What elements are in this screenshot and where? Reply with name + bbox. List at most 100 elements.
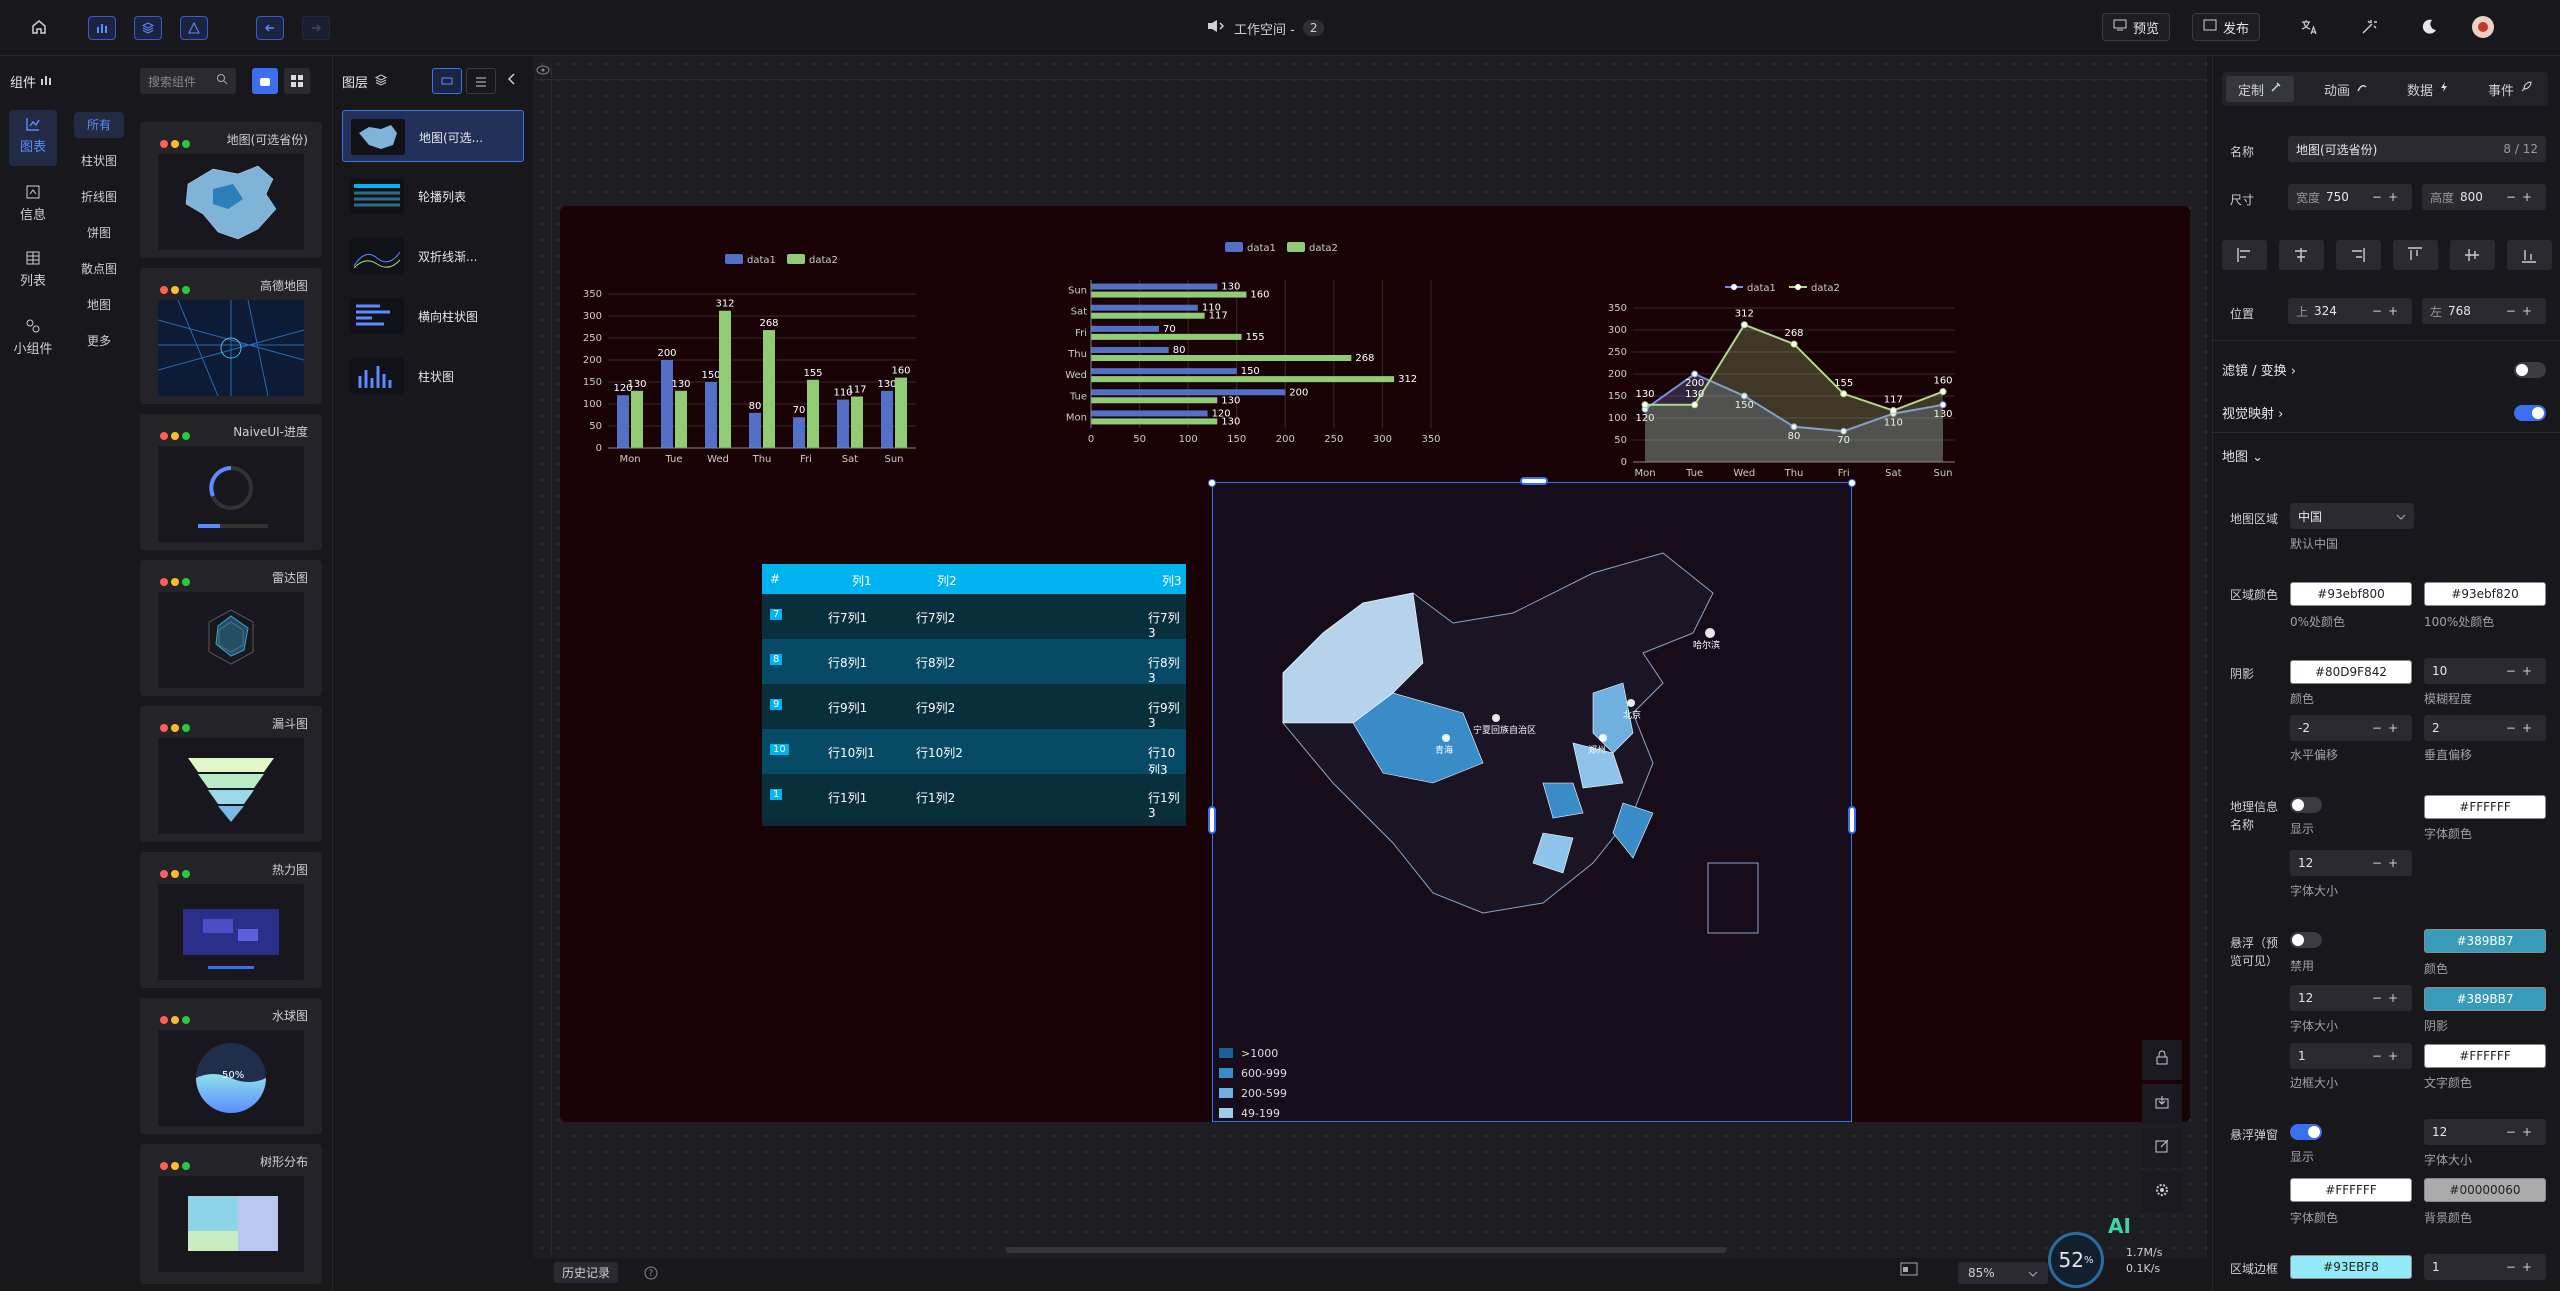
resize-handle-left[interactable] (1208, 806, 1216, 834)
zoom-select[interactable]: 85% (1958, 1262, 2048, 1284)
dark-mode-icon[interactable] (2420, 18, 2438, 40)
component-card-treemap[interactable]: 树形分布 (140, 1144, 322, 1284)
details-toggle-button[interactable] (180, 16, 208, 40)
subcategory-map[interactable]: 地图 (74, 292, 124, 318)
stepper-controls[interactable]: −+ (2506, 304, 2538, 318)
stepper-controls[interactable]: −+ (2372, 721, 2404, 735)
component-card-radar[interactable]: 雷达图 (140, 560, 322, 696)
translate-icon[interactable] (2300, 18, 2318, 40)
undo-button[interactable] (256, 16, 284, 40)
china-map-widget[interactable]: 哈尔滨 北京 郑州 青海 宁夏回族自治区 >1000 600-999 200-5… (1212, 482, 1852, 1122)
width-stepper[interactable]: 宽度 750 −+ (2288, 184, 2412, 210)
stepper-controls[interactable]: −+ (2372, 1049, 2404, 1063)
lock-tool-button[interactable] (2142, 1040, 2182, 1080)
align-top-button[interactable] (2393, 240, 2438, 270)
home-icon[interactable] (30, 18, 48, 40)
chart-toggle-button[interactable] (88, 16, 116, 40)
filter-section-header[interactable]: 滤镜 / 变换 › (2222, 360, 2296, 379)
layers-toggle-button[interactable] (134, 16, 162, 40)
component-card-heatmap[interactable]: 热力图 (140, 852, 322, 988)
subcategory-scatter[interactable]: 散点图 (74, 256, 124, 282)
stepper-controls[interactable]: −+ (2372, 991, 2404, 1005)
subcategory-all[interactable]: 所有 (74, 112, 124, 138)
border-color-picker[interactable]: #93EBF8 (2290, 1255, 2412, 1279)
align-left-button[interactable] (2222, 240, 2267, 270)
region-select[interactable]: 中国 (2290, 503, 2414, 529)
collapse-chevron-icon[interactable] (506, 72, 518, 90)
component-card-province-map[interactable]: 地图(可选省份) (140, 122, 322, 258)
layer-item-carousel-list[interactable]: 轮播列表 (342, 170, 524, 222)
magic-wand-icon[interactable] (2360, 18, 2378, 40)
tab-data[interactable]: 数据 (2394, 76, 2462, 102)
align-right-button[interactable] (2336, 240, 2381, 270)
stepper-controls[interactable]: −+ (2506, 190, 2538, 204)
subcategory-bar[interactable]: 柱状图 (74, 148, 124, 174)
resize-handle-top[interactable] (1520, 477, 1548, 485)
stepper-controls[interactable]: −+ (2372, 856, 2404, 870)
help-icon[interactable]: ? (644, 1266, 658, 1284)
stepper-controls[interactable]: −+ (2506, 721, 2538, 735)
avatar[interactable] (2472, 16, 2494, 38)
subcategory-more[interactable]: 更多 (74, 328, 124, 354)
subcategory-line[interactable]: 折线图 (74, 184, 124, 210)
card-view-button[interactable] (252, 68, 278, 94)
top-stepper[interactable]: 上 324 −+ (2288, 298, 2412, 324)
filter-toggle[interactable] (2514, 362, 2546, 378)
component-card-funnel[interactable]: 漏斗图 (140, 706, 322, 842)
popup-bg-picker[interactable]: #00000060 (2424, 1178, 2546, 1202)
height-stepper[interactable]: 高度 800 −+ (2422, 184, 2546, 210)
geo-font-color-picker[interactable]: #FFFFFF (2424, 795, 2546, 819)
popup-font-color-picker[interactable]: #FFFFFF (2290, 1178, 2412, 1202)
shadow-color-picker[interactable]: #80D9F842 (2290, 660, 2412, 684)
layer-list-view-button[interactable] (466, 68, 496, 94)
stepper-controls[interactable]: −+ (2372, 190, 2404, 204)
v-offset-stepper[interactable]: 2 −+ (2424, 715, 2546, 741)
popup-font-size-stepper[interactable]: 12 −+ (2424, 1119, 2546, 1145)
layer-item-map[interactable]: 地图(可选... (342, 110, 524, 162)
align-hcenter-button[interactable] (2279, 240, 2324, 270)
layer-item-horizontal-bar[interactable]: 横向柱状图 (342, 290, 524, 342)
redo-button[interactable] (302, 16, 330, 40)
preview-button[interactable]: 预览 (2102, 13, 2171, 41)
layer-item-double-line[interactable]: 双折线渐... (342, 230, 524, 282)
import-tool-button[interactable] (2142, 1084, 2182, 1124)
popup-toggle[interactable] (2290, 1124, 2322, 1140)
grid-view-button[interactable] (284, 68, 310, 94)
geo-name-toggle[interactable] (2290, 797, 2322, 813)
hover-color-picker[interactable]: #389BB7 (2424, 929, 2546, 953)
visual-map-toggle[interactable] (2514, 405, 2546, 421)
hover-font-size-stepper[interactable]: 12 −+ (2290, 985, 2412, 1011)
minimap-icon[interactable] (1900, 1262, 1918, 1280)
component-search-input[interactable]: 搜索组件 (140, 68, 236, 94)
publish-button[interactable]: 发布 (2192, 13, 2261, 41)
component-card-amap[interactable]: 高德地图 (140, 268, 322, 404)
ai-badge[interactable]: AI (2108, 1214, 2131, 1238)
horizontal-scrollbar[interactable] (1006, 1247, 1726, 1253)
left-stepper[interactable]: 左 768 −+ (2422, 298, 2546, 324)
blur-stepper[interactable]: 10 −+ (2424, 658, 2546, 684)
layer-thumbnail-view-button[interactable] (432, 68, 462, 94)
geo-font-size-stepper[interactable]: 12 −+ (2290, 850, 2412, 876)
stepper-controls[interactable]: −+ (2506, 664, 2538, 678)
color-100-picker[interactable]: #93ebf820 (2424, 582, 2546, 606)
h-offset-stepper[interactable]: -2 −+ (2290, 715, 2412, 741)
hover-shadow-picker[interactable]: #389BB7 (2424, 987, 2546, 1011)
component-card-progress[interactable]: NaiveUI-进度 (140, 414, 322, 550)
resize-handle-corner[interactable] (1848, 479, 1856, 487)
color-0-picker[interactable]: #93ebf800 (2290, 582, 2412, 606)
resize-handle-corner[interactable] (1208, 479, 1216, 487)
hover-toggle[interactable] (2290, 932, 2322, 948)
align-vcenter-button[interactable] (2450, 240, 2495, 270)
stepper-controls[interactable]: −+ (2506, 1260, 2538, 1274)
carousel-table[interactable]: # 列1 列2 列3 7 行7列1 行7列2 行7列3 8 行8列1 行8列2 行8列3 9 行9… (762, 564, 1186, 826)
map-section-header[interactable]: 地图 ⌄ (2222, 446, 2263, 465)
name-input[interactable]: 地图(可选省份) 8 / 12 (2288, 136, 2546, 162)
category-charts[interactable]: 图表 (9, 116, 57, 155)
stepper-controls[interactable]: −+ (2506, 1125, 2538, 1139)
resize-handle-right[interactable] (1848, 806, 1856, 834)
table-row[interactable]: 1 行1列1 行1列2 行1列3 (762, 774, 1186, 820)
visual-map-section-header[interactable]: 视觉映射 › (2222, 403, 2283, 422)
eye-icon[interactable] (536, 64, 550, 79)
table-row[interactable]: 8 行8列1 行8列2 行8列3 (762, 639, 1186, 685)
subcategory-pie[interactable]: 饼图 (74, 220, 124, 246)
